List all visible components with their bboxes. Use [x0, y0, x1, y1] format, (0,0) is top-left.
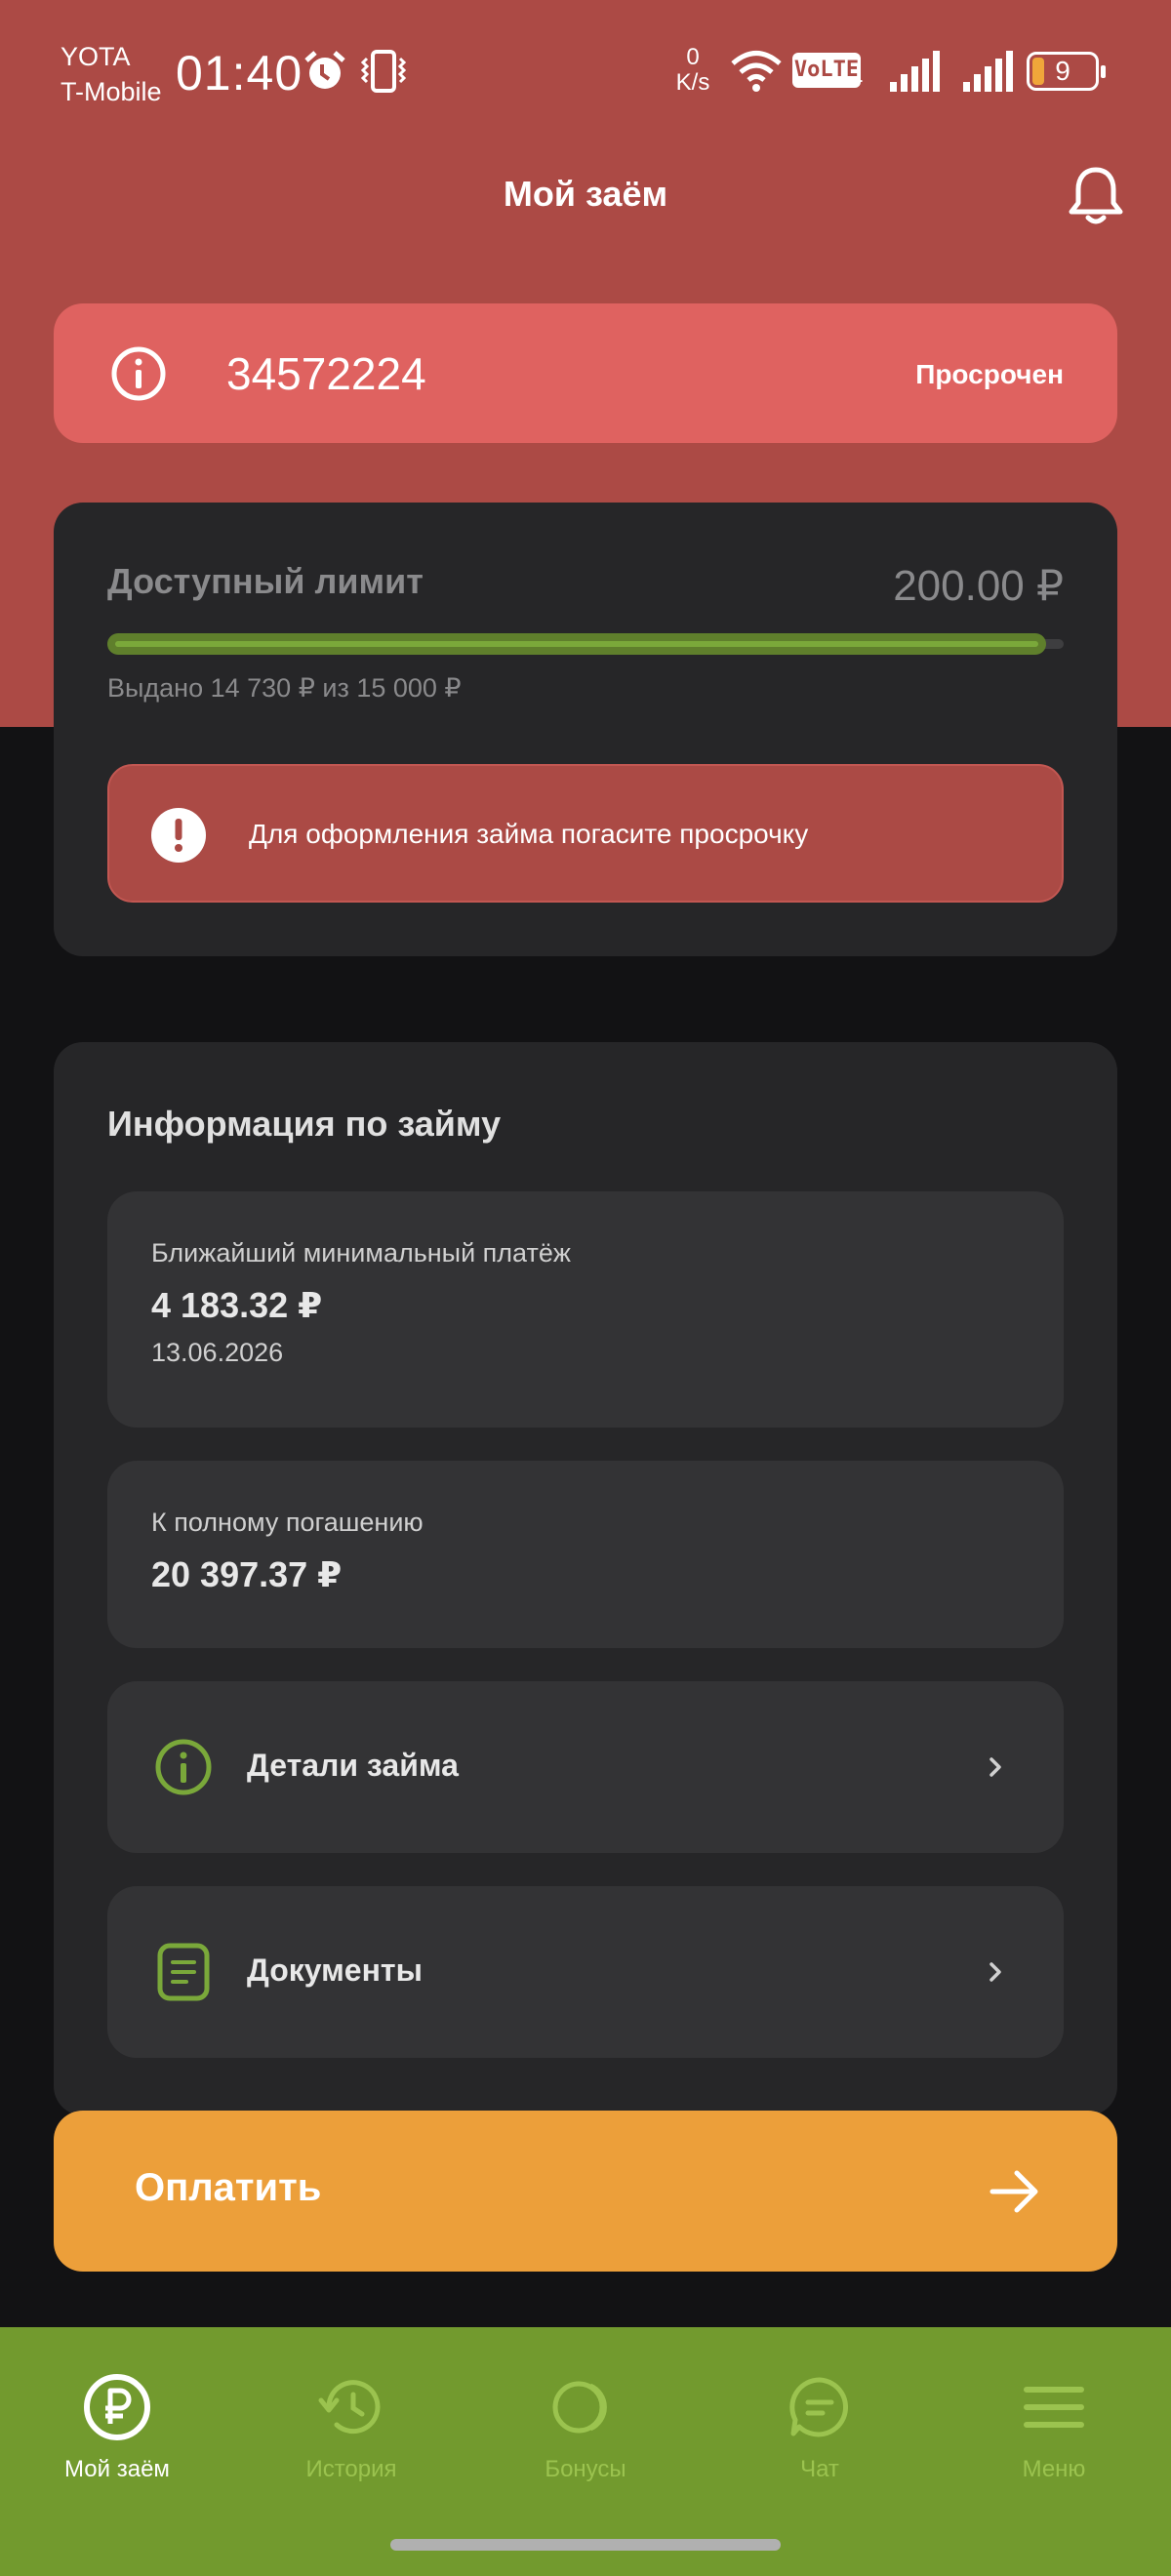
- issued-amount-text: Выдано 14 730 ₽ из 15 000 ₽: [107, 673, 462, 703]
- chevron-right-icon: [989, 1962, 1001, 1982]
- arrow-right-icon: [989, 2170, 1038, 2213]
- info-icon: [155, 1739, 212, 1795]
- loan-info-title: Информация по займу: [107, 1104, 502, 1144]
- nav-label-history: История: [305, 2456, 397, 2482]
- overdue-warning-text: Для оформления займа погасите просрочку: [249, 819, 809, 849]
- nav-item-chat[interactable]: Чат: [703, 2327, 937, 2513]
- limit-card: Доступный лимит 200.00 ₽ Выдано 14 730 ₽…: [54, 503, 1117, 956]
- clock: 01:40: [176, 46, 303, 101]
- signal-icon: [890, 51, 940, 92]
- limit-label: Доступный лимит: [107, 561, 424, 601]
- nav-item-history[interactable]: История: [234, 2327, 468, 2513]
- documents-row[interactable]: Документы: [107, 1886, 1064, 2058]
- volte-sim: 1: [853, 66, 864, 86]
- status-bar: YOTA T-Mobile 01:40 0 K/s VoLTE 1 9: [0, 0, 1171, 146]
- nav-item-menu[interactable]: Меню: [937, 2327, 1171, 2513]
- signal-icon-2: [963, 51, 1013, 92]
- limit-progress-bar: [107, 633, 1064, 655]
- full-repayment-card: К полному погашению 20 397.37 ₽: [107, 1461, 1064, 1648]
- info-icon: [111, 346, 166, 401]
- loan-details-label: Детали займа: [247, 1748, 459, 1783]
- menu-icon: [1024, 2387, 1084, 2428]
- home-indicator[interactable]: [390, 2539, 781, 2551]
- loan-details-row[interactable]: Детали займа: [107, 1681, 1064, 1853]
- nav-label-chat: Чат: [800, 2456, 839, 2482]
- next-payment-card: Ближайший минимальный платёж 4 183.32 ₽ …: [107, 1191, 1064, 1428]
- nav-label-my-loan: Мой заём: [64, 2456, 170, 2482]
- next-payment-amount: 4 183.32 ₽: [151, 1285, 323, 1325]
- alarm-icon: [304, 51, 345, 89]
- net-speed: 0 K/s: [675, 44, 710, 96]
- overdue-warning: Для оформления займа погасите просрочку: [107, 764, 1064, 903]
- next-payment-label: Ближайший минимальный платёж: [151, 1238, 571, 1268]
- bell-icon[interactable]: [1064, 164, 1128, 228]
- page-title: Мой заём: [503, 174, 668, 214]
- volte-badge: VoLTE: [792, 53, 861, 88]
- nav-item-my-loan[interactable]: Мой заём: [0, 2327, 234, 2513]
- full-repayment-amount: 20 397.37 ₽: [151, 1554, 343, 1594]
- limit-amount: 200.00 ₽: [893, 562, 1064, 610]
- chevron-right-icon: [989, 1757, 1001, 1777]
- documents-label: Документы: [247, 1952, 423, 1988]
- pay-button-label: Оплатить: [135, 2166, 322, 2209]
- history-icon: [318, 2380, 381, 2435]
- loan-status-label: Просрочен: [915, 359, 1064, 389]
- nav-item-bonuses[interactable]: Бонусы: [468, 2327, 703, 2513]
- battery-icon: 9: [1027, 52, 1106, 91]
- pay-button[interactable]: Оплатить: [54, 2111, 1117, 2272]
- wifi-icon: [731, 51, 782, 92]
- next-payment-date: 13.06.2026: [151, 1338, 284, 1367]
- loan-status-banner[interactable]: 34572224 Просрочен: [54, 303, 1117, 443]
- vibrate-icon: [360, 50, 407, 93]
- full-repayment-label: К полному погашению: [151, 1508, 424, 1537]
- loan-number: 34572224: [226, 348, 426, 399]
- exclamation-icon: [151, 808, 206, 863]
- carrier-name: YOTA T-Mobile: [61, 42, 162, 106]
- chat-icon: [789, 2377, 849, 2437]
- nav-label-bonuses: Бонусы: [545, 2456, 626, 2482]
- bonus-icon: [552, 2381, 607, 2434]
- loan-info-card: Информация по займу Ближайший минимальны…: [54, 1042, 1117, 2115]
- document-icon: [157, 1943, 210, 2001]
- ruble-icon: [84, 2374, 150, 2440]
- nav-label-menu: Меню: [1022, 2456, 1086, 2482]
- limit-progress-fill: [107, 633, 1047, 655]
